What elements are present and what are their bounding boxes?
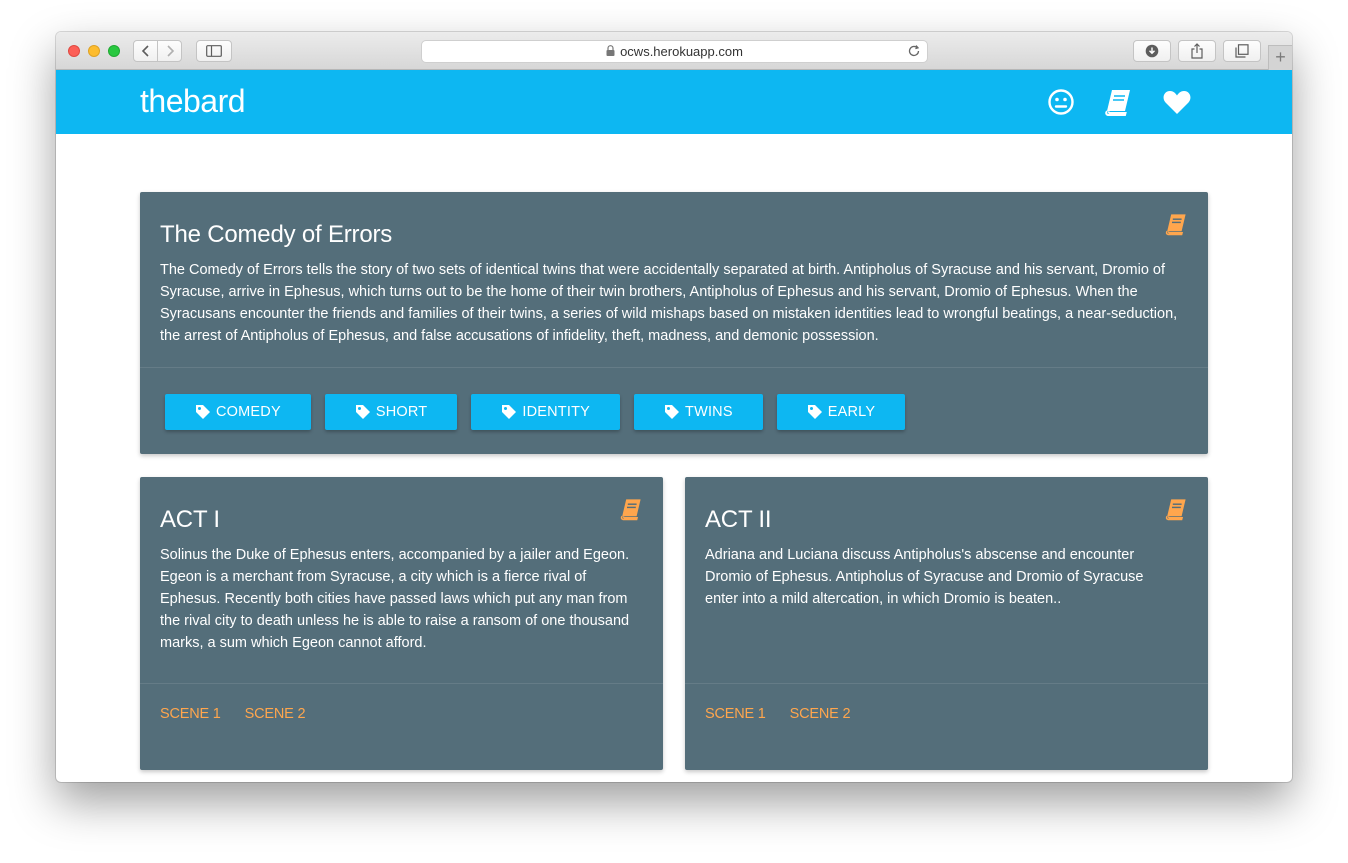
scene-links: SCENE 1 SCENE 2 [160,706,306,722]
tag-icon [502,405,517,419]
book-icon[interactable] [1164,212,1188,236]
book-icon[interactable] [619,497,643,521]
sidebar-icon [206,45,222,57]
sidebar-button[interactable] [196,40,232,62]
tag-icon [196,405,210,419]
tag-icon [665,405,680,419]
card-divider [685,683,1208,684]
act-title: ACT II [705,506,772,533]
play-description: The Comedy of Errors tells the story of … [160,262,1178,344]
heart-icon[interactable] [1162,87,1192,117]
tag-button-twins[interactable]: TWINS [634,394,763,430]
zoom-window-button[interactable] [108,45,120,57]
act-title: ACT I [160,506,220,533]
reload-icon[interactable] [907,44,921,61]
download-icon [1145,44,1159,58]
brand-logo[interactable]: thebard [140,82,246,120]
act-summary: Solinus the Duke of Ephesus enters, acco… [160,547,630,651]
act-summary: Adriana and Luciana discuss Antipholus's… [705,547,1144,607]
scene-links: SCENE 1 SCENE 2 [705,706,851,722]
scene-2-link[interactable]: SCENE 2 [245,706,306,722]
tag-button-early[interactable]: EARLY [776,394,906,430]
scene-2-link[interactable]: SCENE 2 [790,706,851,722]
scene-1-link[interactable]: SCENE 1 [705,706,766,722]
tabs-overview-button[interactable] [1223,40,1261,62]
play-title: The Comedy of Errors [160,221,393,248]
browser-toolbar: ocws.herokuapp.com + [56,32,1292,70]
share-button[interactable] [1178,40,1216,62]
forward-button[interactable] [157,40,182,62]
scene-1-link[interactable]: SCENE 1 [160,706,221,722]
book-icon[interactable] [1164,497,1188,521]
tabs-icon [1235,44,1249,58]
act-card: ACT II Adriana and Luciana discuss Antip… [685,477,1208,770]
browser-window: ocws.herokuapp.com + thebard The Comedy … [56,32,1292,782]
tag-label: EARLY [827,404,876,420]
neutral-face-icon[interactable] [1046,87,1076,117]
chevron-right-icon [166,45,174,57]
card-divider [140,683,663,684]
tag-label: COMEDY [216,404,281,420]
chevron-left-icon [141,45,149,57]
tag-icon [355,405,370,419]
close-window-button[interactable] [68,45,80,57]
tag-button-comedy[interactable]: COMEDY [165,394,311,430]
new-tab-button[interactable]: + [1268,45,1292,70]
url-text: ocws.herokuapp.com [620,44,743,59]
tag-button-identity[interactable]: IDENTITY [471,394,621,430]
minimize-window-button[interactable] [88,45,100,57]
tag-label: SHORT [375,404,428,420]
back-button[interactable] [133,40,158,62]
tag-button-short[interactable]: SHORT [324,394,458,430]
address-bar[interactable]: ocws.herokuapp.com [421,40,928,63]
tag-icon [807,405,822,419]
downloads-button[interactable] [1133,40,1171,62]
play-card: The Comedy of Errors The Comedy of Error… [140,192,1208,454]
book-icon[interactable] [1103,87,1133,117]
lock-icon [606,44,615,59]
tag-label: IDENTITY [522,404,591,420]
app-header: thebard [56,70,1292,134]
tag-list: COMEDY SHORT IDENTITY TWINS EARLY [165,394,906,430]
tag-label: TWINS [685,404,733,420]
act-card: ACT I Solinus the Duke of Ephesus enters… [140,477,663,770]
share-icon [1191,43,1203,59]
card-divider [140,367,1208,368]
